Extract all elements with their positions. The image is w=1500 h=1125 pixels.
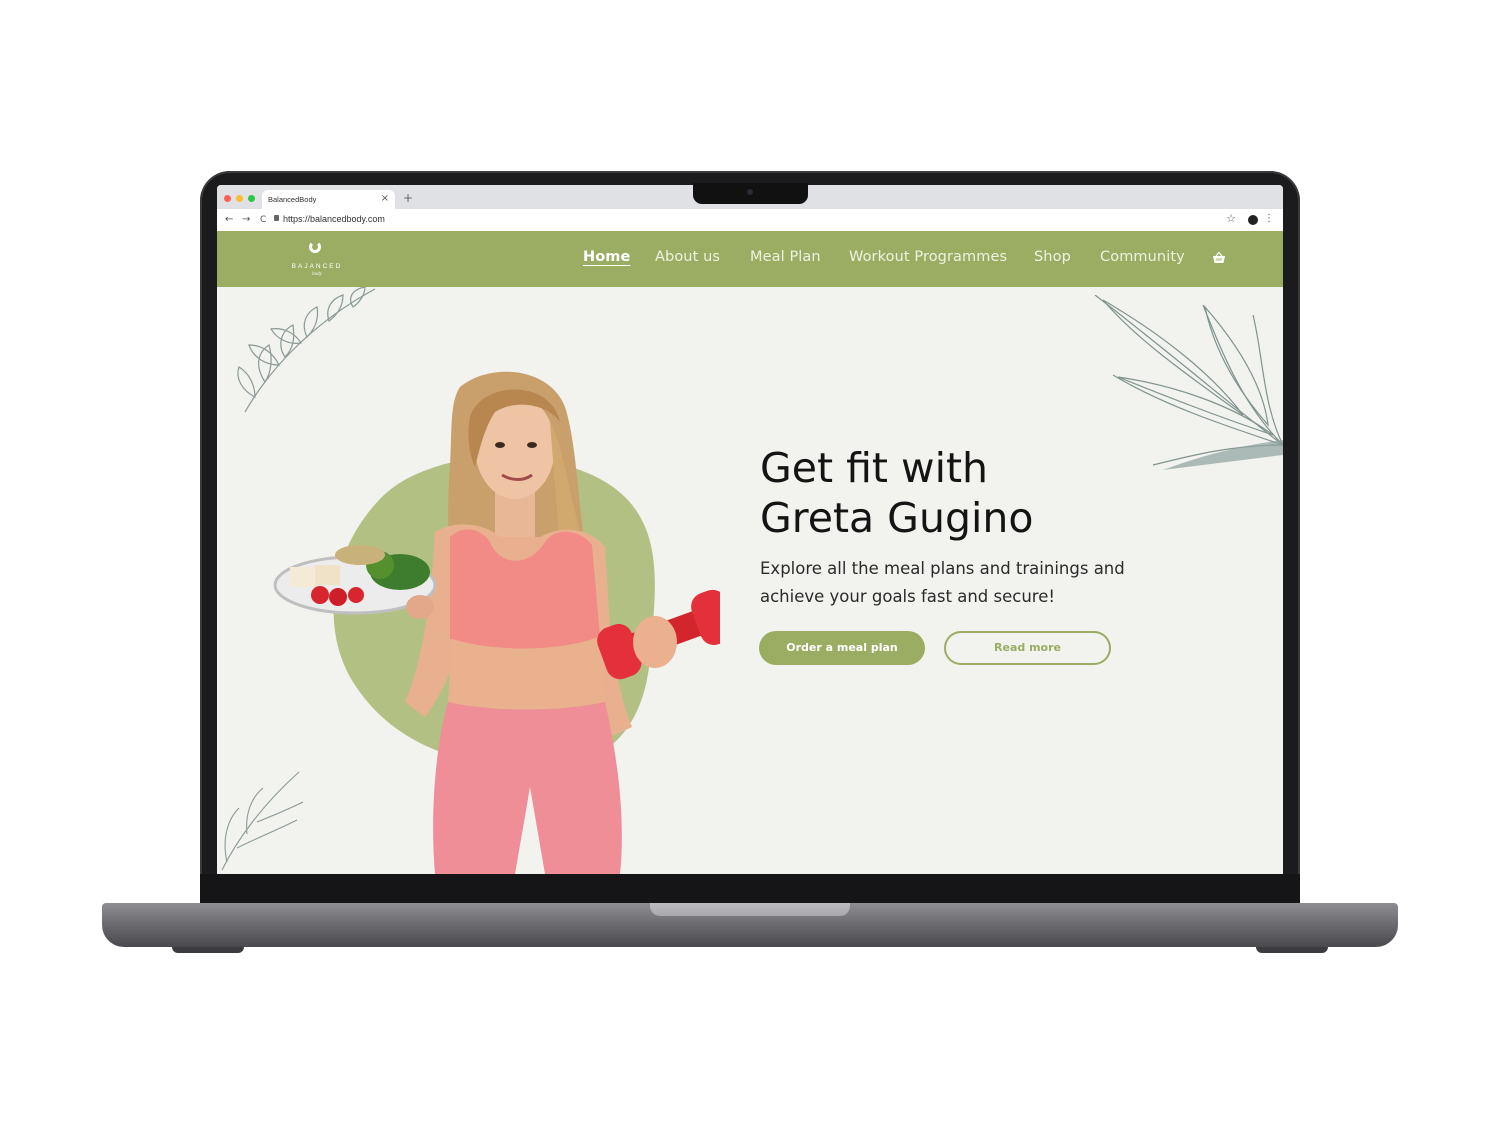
browser-toolbar: ← → C https://balancedbody.com ☆ ⋮ <box>217 209 1283 232</box>
basket-icon[interactable] <box>1212 251 1226 265</box>
laptop-base <box>102 903 1398 947</box>
read-more-button[interactable]: Read more <box>944 631 1111 665</box>
tab-title: BalancedBody <box>268 195 317 204</box>
tab-close-icon[interactable]: × <box>381 193 389 205</box>
hero-subtitle: Explore all the meal plans and trainings… <box>760 559 1125 606</box>
laptop-foot-left <box>172 947 244 953</box>
order-meal-plan-button[interactable]: Order a meal plan <box>759 631 925 665</box>
nav-shop[interactable]: Shop <box>1034 249 1071 265</box>
logo-subtext: body <box>312 272 322 277</box>
reload-icon[interactable]: C <box>260 214 266 226</box>
laptop-chin <box>200 874 1300 904</box>
site-logo[interactable]: BAJANCED body <box>287 239 347 281</box>
logo-text: BAJANCED <box>291 263 343 270</box>
laptop-opening-notch <box>650 903 850 916</box>
forward-icon[interactable]: → <box>242 214 250 226</box>
browser-menu-icon[interactable]: ⋮ <box>1264 213 1274 225</box>
nav-meal-plan[interactable]: Meal Plan <box>750 249 821 265</box>
site-header: BAJANCED body Home About us Meal Plan Wo… <box>217 231 1283 287</box>
back-icon[interactable]: ← <box>225 214 233 226</box>
leaf-decoration-top-right <box>1094 295 1283 470</box>
profile-avatar[interactable] <box>1248 215 1258 225</box>
camera-icon <box>747 189 753 195</box>
nav-about-us[interactable]: About us <box>655 249 720 265</box>
nav-home[interactable]: Home <box>583 249 630 265</box>
bookmark-star-icon[interactable]: ☆ <box>1226 212 1236 225</box>
address-bar[interactable]: https://balancedbody.com <box>283 214 385 224</box>
window-minimize-dot[interactable] <box>236 195 243 202</box>
nav-community[interactable]: Community <box>1100 249 1185 265</box>
new-tab-button[interactable]: + <box>403 192 413 204</box>
laptop-screen: BalancedBody × + ← → C https://balancedb… <box>217 185 1283 874</box>
laptop-foot-right <box>1256 947 1328 953</box>
window-close-dot[interactable] <box>224 195 231 202</box>
trainer-photo <box>273 371 720 874</box>
camera-notch <box>693 183 808 204</box>
window-zoom-dot[interactable] <box>248 195 255 202</box>
lock-icon <box>274 215 279 221</box>
logo-ring-icon <box>309 241 321 253</box>
nav-workout-programmes[interactable]: Workout Programmes <box>849 249 1007 265</box>
hero-title: Get fit with Greta Gugino <box>760 444 1034 542</box>
browser-tab[interactable]: BalancedBody × <box>262 190 395 209</box>
